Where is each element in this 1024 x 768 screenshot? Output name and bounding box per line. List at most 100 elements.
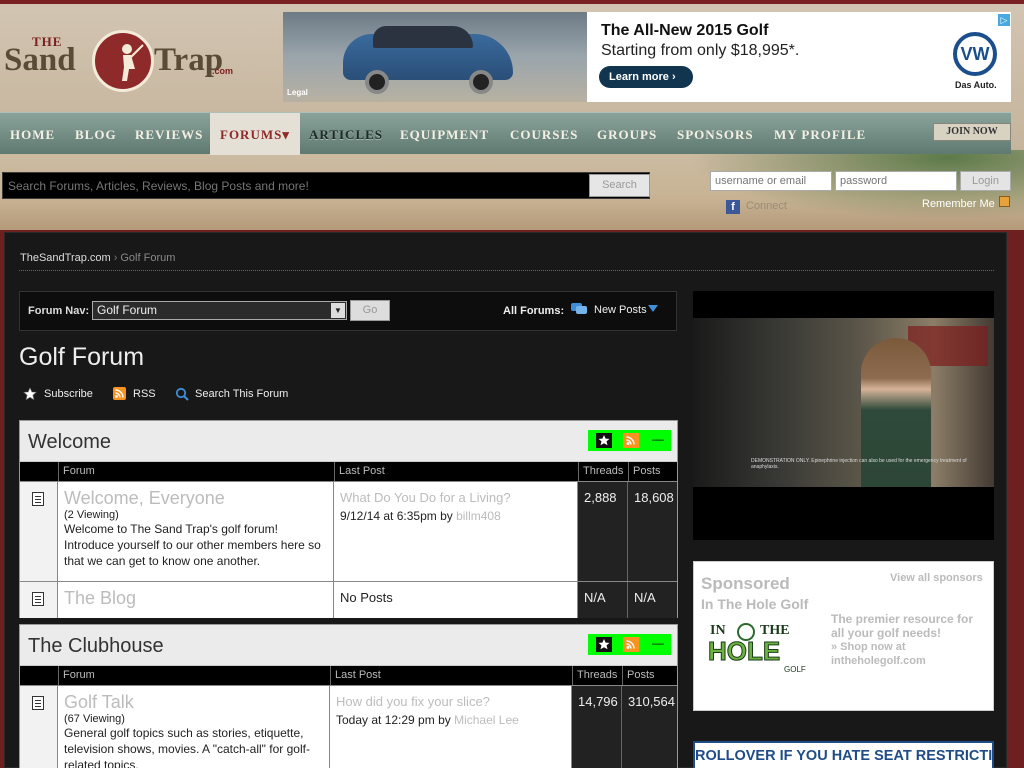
- last-post-user[interactable]: billm408: [456, 509, 501, 523]
- category-title[interactable]: The Clubhouse: [28, 635, 164, 658]
- thread-count: 2,888: [578, 482, 628, 581]
- sponsor-shop-link[interactable]: » Shop now at intheholegolf.com: [831, 640, 986, 668]
- top-banner-ad[interactable]: Legal The All-New 2015 Golf Starting fro…: [283, 12, 1011, 102]
- site-logo[interactable]: THE Sand Trap .com: [4, 24, 244, 98]
- video-ad[interactable]: DEMONSTRATION ONLY. Epinephrine injectio…: [693, 291, 994, 540]
- column-posts: Posts: [628, 462, 677, 481]
- breadcrumb-home[interactable]: TheSandTrap.com: [20, 252, 111, 264]
- forum-nav-go-button[interactable]: Go: [350, 300, 390, 321]
- nav-articles[interactable]: ARTICLES: [309, 113, 383, 155]
- rollover-banner-ad[interactable]: ROLLOVER IF YOU HATE SEAT RESTRICTIONS.: [693, 741, 994, 768]
- collapse-icon[interactable]: —: [650, 433, 666, 448]
- site-search-button[interactable]: Search: [589, 174, 650, 197]
- rss-icon[interactable]: [623, 433, 639, 448]
- category-title[interactable]: Welcome: [28, 431, 111, 454]
- forum-description: General golf topics such as stories, eti…: [64, 726, 310, 768]
- column-threads: Threads: [572, 666, 622, 685]
- forum-status-cell: [20, 582, 58, 618]
- ad-learn-more-button[interactable]: Learn more ›: [599, 66, 693, 88]
- sponsor-name[interactable]: In The Hole Golf: [701, 596, 808, 612]
- rss-icon[interactable]: [623, 637, 639, 652]
- forum-name[interactable]: Welcome, Everyone: [64, 488, 327, 509]
- password-field[interactable]: [835, 171, 957, 191]
- nav-blog[interactable]: BLOG: [75, 113, 117, 155]
- category-welcome: Welcome — Forum Last Post Threads Posts …: [19, 420, 678, 618]
- last-post-empty: No Posts: [340, 590, 393, 605]
- nav-my-profile[interactable]: MY PROFILE: [774, 113, 866, 155]
- facebook-icon[interactable]: f: [726, 200, 740, 214]
- sponsor-logo[interactable]: IN THE HOLE GOLF: [706, 618, 818, 676]
- post-count: N/A: [628, 582, 677, 618]
- rss-link[interactable]: RSS: [133, 388, 156, 400]
- checkbox-icon[interactable]: [999, 196, 1010, 207]
- adchoices-icon[interactable]: ▷: [998, 14, 1010, 26]
- category-clubhouse: The Clubhouse — Forum Last Post Threads …: [19, 624, 678, 768]
- column-forum: Forum: [58, 666, 330, 685]
- forum-name[interactable]: The Blog: [64, 588, 327, 609]
- ad-brand-tagline: Das Auto.: [955, 80, 997, 90]
- nav-forums[interactable]: FORUMS▾: [210, 113, 300, 155]
- site-search-input[interactable]: [5, 175, 585, 196]
- new-posts-link[interactable]: New Posts: [594, 304, 647, 316]
- forum-document-icon: [32, 696, 44, 710]
- category-header: The Clubhouse —: [20, 625, 677, 666]
- logo-sand: Sand: [4, 42, 76, 78]
- view-all-sponsors-link[interactable]: View all sponsors: [890, 572, 983, 584]
- ad-headline: The All-New 2015 Golf: [601, 22, 769, 39]
- nav-equipment[interactable]: EQUIPMENT: [400, 113, 489, 155]
- new-posts-icon: [570, 302, 588, 321]
- thread-count: N/A: [578, 582, 628, 618]
- golfer-logo-icon: [92, 30, 154, 92]
- collapse-icon[interactable]: —: [650, 637, 666, 652]
- sponsored-box: Sponsored View all sponsors In The Hole …: [693, 561, 994, 711]
- last-post-title[interactable]: How did you fix your slice?: [336, 694, 565, 709]
- forum-status-cell: [20, 686, 58, 768]
- nav-home[interactable]: HOME: [10, 113, 55, 155]
- ad-car-wheel: [469, 70, 493, 94]
- forum-nav-label: Forum Nav:: [28, 305, 90, 317]
- sponsored-heading: Sponsored: [701, 574, 790, 593]
- forum-nav-selected: Golf Forum: [97, 303, 158, 317]
- forum-row: The Blog No Posts N/A N/A: [20, 581, 677, 618]
- ad-car-image: Legal: [283, 12, 587, 102]
- post-count: 18,608: [628, 482, 677, 581]
- sponsor-logo-hole: HOLE: [708, 636, 780, 666]
- forum-nav-select[interactable]: Golf Forum ▼: [92, 301, 347, 320]
- forum-viewing-count: (67 Viewing): [64, 713, 125, 725]
- forum-name[interactable]: Golf Talk: [64, 692, 323, 713]
- table-header: Forum Last Post Threads Posts: [20, 666, 677, 685]
- nav-courses[interactable]: COURSES: [510, 113, 578, 155]
- username-field[interactable]: [710, 171, 832, 191]
- last-post-date: 9/12/14 at 6:35pm by: [340, 509, 453, 523]
- subscribe-star-icon[interactable]: [596, 433, 612, 448]
- join-now-button[interactable]: JOIN NOW: [933, 123, 1011, 141]
- last-post-title[interactable]: What Do You Do for a Living?: [340, 490, 571, 505]
- forum-description: Welcome to The Sand Trap's golf forum! I…: [64, 522, 321, 568]
- login-button[interactable]: Login: [960, 171, 1011, 191]
- divider: [19, 270, 994, 271]
- nav-reviews[interactable]: REVIEWS: [135, 113, 203, 155]
- ad-legal[interactable]: Legal: [287, 88, 308, 97]
- subscribe-star-icon[interactable]: [596, 637, 612, 652]
- last-post-meta: Today at 12:29 pm by Michael Lee: [336, 713, 565, 727]
- last-post-date: Today at 12:29 pm by: [336, 713, 451, 727]
- last-post-cell: What Do You Do for a Living? 9/12/14 at …: [334, 482, 578, 581]
- site-search-bar: Search: [2, 172, 650, 199]
- ad-subline: Starting from only $18,995*.: [601, 42, 800, 59]
- video-frame[interactable]: DEMONSTRATION ONLY. Epinephrine injectio…: [693, 318, 994, 487]
- subscribe-link[interactable]: Subscribe: [44, 388, 93, 400]
- breadcrumb-separator: ›: [113, 252, 118, 264]
- forum-info-cell: Golf Talk (67 Viewing) General golf topi…: [58, 686, 330, 768]
- search-forum-link[interactable]: Search This Forum: [195, 388, 288, 400]
- chevron-down-icon[interactable]: [648, 305, 658, 312]
- rss-icon: [113, 387, 126, 403]
- facebook-connect-link[interactable]: Connect: [746, 200, 787, 212]
- nav-sponsors[interactable]: SPONSORS: [677, 113, 754, 155]
- page-title: Golf Forum: [19, 343, 145, 371]
- forum-info-cell: The Blog: [58, 582, 334, 618]
- thread-count: 14,796: [572, 686, 622, 768]
- video-caption: DEMONSTRATION ONLY. Epinephrine injectio…: [751, 458, 967, 470]
- last-post-user[interactable]: Michael Lee: [454, 713, 519, 727]
- nav-groups[interactable]: GROUPS: [597, 113, 657, 155]
- forum-nav-bar: Forum Nav: Golf Forum ▼ Go All Forums: N…: [19, 291, 677, 331]
